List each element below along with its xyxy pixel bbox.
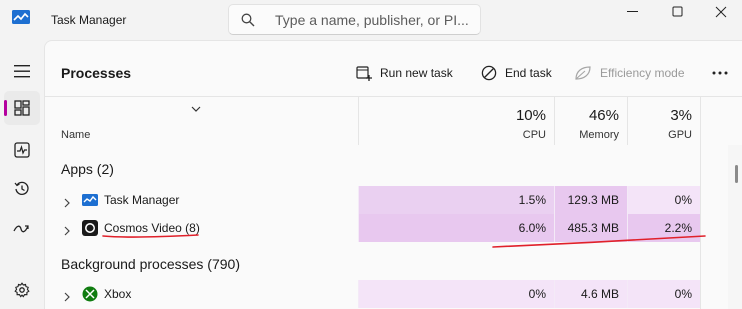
column-header-cpu[interactable]: 10% CPU — [358, 97, 554, 145]
selection-indicator — [4, 100, 7, 116]
memory-total-percent: 46% — [588, 107, 619, 124]
more-icon — [712, 71, 728, 75]
cpu-cell: 0% — [358, 280, 554, 308]
section-header-apps[interactable]: Apps (2) — [61, 161, 114, 177]
end-task-label: End task — [505, 66, 552, 80]
expand-chevron-icon[interactable] — [63, 195, 71, 208]
memory-label: Memory — [579, 129, 619, 141]
processes-icon — [14, 100, 30, 116]
table-row[interactable]: Task Manager 1.5% 129.3 MB 0% — [45, 186, 700, 214]
maximize-button[interactable] — [655, 0, 701, 24]
xbox-icon — [82, 286, 98, 302]
processes-page: Processes Run new task End task Efficien… — [44, 40, 742, 309]
section-header-background[interactable]: Background processes (790) — [61, 256, 240, 272]
process-name: Cosmos Video (8) — [104, 221, 200, 235]
memory-cell: 4.6 MB — [554, 280, 627, 308]
memory-cell: 129.3 MB — [554, 186, 627, 214]
startup-apps-icon — [13, 225, 29, 233]
maximize-icon — [672, 6, 683, 17]
minimize-icon — [627, 11, 638, 12]
end-task-icon — [481, 65, 497, 81]
cpu-total-percent: 10% — [515, 107, 546, 124]
column-header-name[interactable]: Name — [61, 129, 90, 141]
nav-item-startup-apps[interactable] — [4, 212, 40, 246]
app-history-icon — [14, 181, 29, 195]
close-button[interactable] — [698, 0, 742, 24]
close-icon — [715, 6, 727, 18]
efficiency-mode-button[interactable]: Efficiency mode — [574, 63, 685, 83]
settings-icon — [14, 282, 30, 298]
scrollbar-thumb[interactable] — [735, 165, 738, 183]
run-new-task-button[interactable]: Run new task — [356, 63, 453, 83]
hamburger-icon — [14, 64, 30, 77]
nav-item-app-history[interactable] — [4, 172, 40, 206]
gpu-total-percent: 3% — [670, 107, 692, 124]
run-new-task-label: Run new task — [380, 66, 453, 80]
gpu-cell: 0% — [627, 186, 700, 214]
gpu-label: GPU — [668, 129, 692, 141]
task-manager-app-icon — [12, 10, 30, 24]
gpu-cell: 2.2% — [627, 214, 700, 242]
table-row[interactable]: Cosmos Video (8) 6.0% 485.3 MB 2.2% — [45, 214, 700, 242]
sort-chevron-icon[interactable] — [190, 101, 202, 112]
cpu-cell: 6.0% — [358, 214, 554, 242]
nav-item-settings[interactable] — [4, 273, 40, 307]
title-bar: Task Manager Type a name, publisher, or … — [0, 0, 742, 40]
column-header-gpu[interactable]: 3% GPU — [627, 97, 700, 145]
column-header-memory[interactable]: 46% Memory — [554, 97, 627, 145]
process-name: Xbox — [104, 287, 132, 301]
nav-menu-button[interactable] — [4, 54, 40, 88]
minimize-button[interactable] — [610, 0, 656, 24]
expand-chevron-icon[interactable] — [63, 289, 71, 302]
nav-item-performance[interactable] — [4, 133, 40, 167]
performance-icon — [14, 142, 30, 158]
search-icon — [241, 13, 255, 27]
app-title: Task Manager — [51, 13, 127, 27]
memory-cell: 485.3 MB — [554, 214, 627, 242]
end-task-button[interactable]: End task — [481, 63, 552, 83]
gpu-cell: 0% — [627, 280, 700, 308]
more-options-button[interactable] — [709, 63, 731, 83]
column-divider — [700, 97, 701, 309]
search-box[interactable]: Type a name, publisher, or PI... — [228, 4, 481, 35]
cpu-label: CPU — [522, 129, 546, 141]
page-title: Processes — [61, 65, 132, 81]
cpu-cell: 1.5% — [358, 186, 554, 214]
cosmos-video-icon — [82, 220, 98, 236]
table-row[interactable]: Xbox 0% 4.6 MB 0% — [45, 280, 700, 308]
leaf-icon — [575, 66, 591, 80]
task-manager-icon — [82, 192, 98, 208]
expand-chevron-icon[interactable] — [63, 223, 71, 236]
process-name: Task Manager — [104, 193, 180, 207]
efficiency-mode-label: Efficiency mode — [600, 66, 685, 80]
navigation-pane — [0, 40, 44, 309]
nav-item-processes[interactable] — [4, 91, 40, 125]
search-placeholder: Type a name, publisher, or PI... — [275, 12, 469, 28]
run-task-icon — [356, 66, 372, 81]
